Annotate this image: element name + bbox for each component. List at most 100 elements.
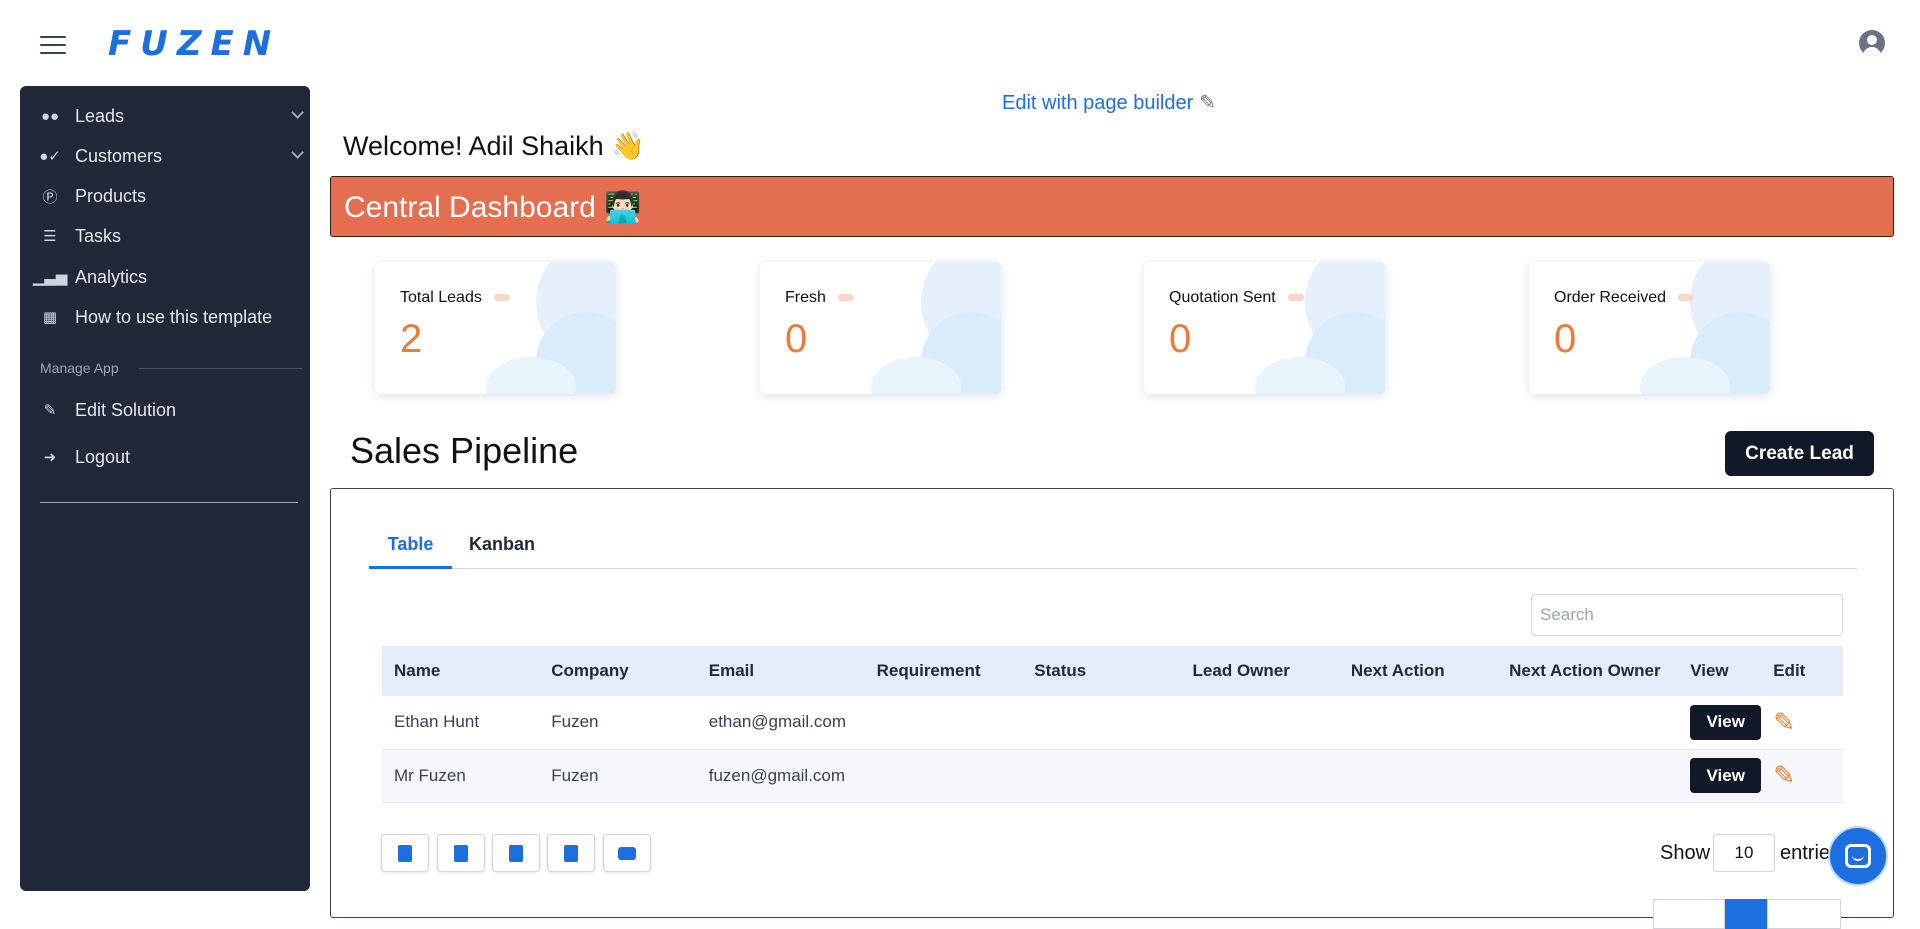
sidebar-item-label: Logout <box>75 446 131 467</box>
sidebar-item-label: Customers <box>75 145 163 166</box>
cell-lead-owner <box>1180 696 1339 750</box>
stat-value: 0 <box>1554 317 1577 361</box>
sidebar-item-label: How to use this template <box>75 306 273 327</box>
column-header[interactable]: Email <box>696 646 865 696</box>
cell-requirement <box>864 749 1023 803</box>
create-lead-button[interactable]: Create Lead <box>1725 431 1874 476</box>
cell-lead-owner <box>1180 749 1339 803</box>
banner-title: Central Dashboard 👨🏻‍💻 <box>344 191 642 224</box>
stat-card-quotation-sent: Quotation Sent 0 <box>1144 262 1385 394</box>
pipeline-panel: Table Kanban Name Company Email Requirem… <box>330 488 1894 929</box>
search-input[interactable] <box>1531 594 1843 636</box>
stat-value: 2 <box>400 317 423 361</box>
sidebar-item-label: Analytics <box>75 266 148 287</box>
cell-email: ethan@gmail.com <box>696 696 865 750</box>
users-icon: ●● <box>40 107 60 125</box>
print-button[interactable] <box>603 834 651 872</box>
sales-pipeline-title: Sales Pipeline <box>350 430 579 471</box>
sidebar-divider <box>40 502 298 503</box>
sidebar: ●● Leads ●✓ Customers Ⓟ Products ☰ Tasks… <box>20 86 310 891</box>
stat-pill <box>1678 294 1695 302</box>
tab-kanban[interactable]: Kanban <box>452 534 552 569</box>
bar-chart-icon: ▁▃▅ <box>32 269 68 286</box>
column-header[interactable]: Lead Owner <box>1180 646 1339 696</box>
column-header[interactable]: View <box>1678 646 1762 696</box>
cell-next-action-owner <box>1497 749 1679 803</box>
pdf-button[interactable] <box>547 834 595 872</box>
copy-button[interactable] <box>381 834 429 872</box>
print-icon <box>618 846 636 860</box>
sidebar-item-analytics[interactable]: ▁▃▅ Analytics <box>32 260 302 294</box>
column-header[interactable]: Edit <box>1761 646 1843 696</box>
sidebar-item-label: Products <box>75 185 147 206</box>
show-label: Show <box>1660 842 1711 864</box>
cell-name: Mr Fuzen <box>382 749 540 803</box>
pagination-next-button[interactable] <box>1767 899 1841 929</box>
cell-email: fuzen@gmail.com <box>696 749 865 803</box>
chevron-down-icon[interactable] <box>291 146 304 159</box>
stat-label: Total Leads <box>400 289 482 306</box>
hamburger-menu-icon[interactable] <box>40 36 66 54</box>
stat-value: 0 <box>1169 317 1192 361</box>
cell-next-action <box>1338 696 1498 750</box>
sidebar-item-leads[interactable]: ●● Leads <box>40 99 304 133</box>
sidebar-item-customers[interactable]: ●✓ Customers <box>39 139 304 173</box>
product-badge-icon: Ⓟ <box>42 188 58 206</box>
stat-pill <box>837 294 854 302</box>
stat-label: Quotation Sent <box>1169 289 1276 306</box>
edit-icon[interactable]: ✎ <box>1773 760 1795 791</box>
sidebar-item-edit-solution[interactable]: ✎ Edit Solution <box>40 393 302 427</box>
stat-card-fresh: Fresh 0 <box>760 262 1001 394</box>
tab-table[interactable]: Table <box>369 534 452 569</box>
cell-name: Ethan Hunt <box>382 696 540 750</box>
sidebar-item-label: Edit Solution <box>75 399 177 420</box>
view-button[interactable]: View <box>1690 704 1762 740</box>
stat-value: 0 <box>785 317 808 361</box>
edit-with-page-builder-link[interactable]: Edit with page builder ✎ <box>1002 90 1216 115</box>
leads-table: Name Company Email Requirement Status Le… <box>382 646 1843 803</box>
stat-card-order-received: Order Received 0 <box>1529 262 1770 394</box>
stat-label: Fresh <box>785 289 826 306</box>
logout-icon: ➜ <box>43 449 57 466</box>
dashboard-banner: Central Dashboard 👨🏻‍💻 <box>330 176 1894 237</box>
column-header[interactable]: Next Action <box>1338 646 1498 696</box>
csv-icon <box>454 844 468 862</box>
app-logo[interactable]: FUZEN <box>108 24 280 64</box>
stat-label: Order Received <box>1554 289 1667 306</box>
stat-pill <box>493 294 510 302</box>
excel-icon <box>509 844 523 862</box>
chevron-down-icon[interactable] <box>291 106 304 119</box>
column-header[interactable]: Company <box>539 646 697 696</box>
stat-card-total-leads: Total Leads 2 <box>375 262 616 394</box>
stat-pill <box>1287 294 1304 302</box>
excel-button[interactable] <box>492 834 540 872</box>
sidebar-item-logout[interactable]: ➜ Logout <box>40 440 302 474</box>
chat-icon <box>1845 844 1871 868</box>
cell-status <box>1022 749 1181 803</box>
user-profile-icon[interactable] <box>1859 30 1885 56</box>
sidebar-item-products[interactable]: Ⓟ Products <box>40 179 302 213</box>
sidebar-item-label: Tasks <box>75 225 122 246</box>
chat-support-button[interactable] <box>1828 826 1888 886</box>
cell-status <box>1022 696 1181 750</box>
table-row: Ethan Hunt Fuzen ethan@gmail.com View ✎ <box>382 696 1843 750</box>
pagination-previous-button[interactable] <box>1653 899 1725 929</box>
column-header[interactable]: Next Action Owner <box>1497 646 1679 696</box>
pencil-icon: ✎ <box>1199 92 1216 114</box>
welcome-message: Welcome! Adil Shaikh 👋 <box>343 131 645 161</box>
column-header[interactable]: Requirement <box>864 646 1023 696</box>
column-header[interactable]: Name <box>382 646 540 696</box>
entries-per-page-input[interactable] <box>1713 834 1775 872</box>
csv-button[interactable] <box>437 834 485 872</box>
column-header[interactable]: Status <box>1022 646 1181 696</box>
sidebar-item-tasks[interactable]: ☰ Tasks <box>40 219 302 253</box>
sidebar-item-how-to-use[interactable]: ▦ How to use this template <box>40 300 302 334</box>
edit-icon[interactable]: ✎ <box>1773 707 1795 738</box>
top-bar: FUZEN <box>0 0 1920 86</box>
pencil-icon: ✎ <box>43 402 57 419</box>
cell-next-action <box>1338 749 1498 803</box>
pagination-page-button[interactable] <box>1725 899 1767 929</box>
cell-requirement <box>864 696 1023 750</box>
cell-company: Fuzen <box>539 696 697 750</box>
view-button[interactable]: View <box>1690 758 1762 793</box>
